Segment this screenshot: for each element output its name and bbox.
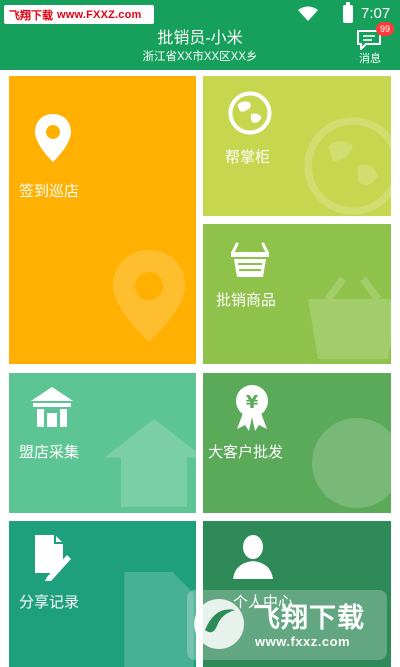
yuan-medal-icon: ¥: [236, 385, 268, 431]
tile-big-customer-label: 大客户批发: [208, 444, 284, 461]
messages-button[interactable]: 99 消息: [352, 22, 394, 70]
basket-watermark-icon: [308, 276, 391, 359]
tile-big-customer[interactable]: ¥ 大客户批发: [203, 373, 391, 513]
messages-label: 消息: [359, 53, 381, 65]
tile-goods[interactable]: 批销商品: [203, 224, 391, 364]
tile-store-collect[interactable]: 盟店采集: [9, 373, 196, 513]
watermark-url: www.fxxz.com: [255, 634, 351, 649]
tile-share-record[interactable]: 分享记录: [9, 521, 196, 667]
watermark-title: 飞翔下载: [253, 603, 365, 633]
globe-icon: [228, 91, 272, 135]
tile-checkin-label: 签到巡店: [19, 183, 80, 200]
document-pen-icon: [35, 535, 71, 581]
shopping-basket-icon: [231, 242, 269, 277]
house-watermark-icon: [104, 419, 196, 507]
watermark-logo: 飞翔下载 www.fxxz.com: [187, 590, 387, 660]
wifi-icon: [298, 6, 318, 21]
tile-store-collect-label: 盟店采集: [19, 444, 80, 461]
location-pin-watermark-icon: [113, 250, 185, 342]
app-header: 批销员-小米 浙江省XX市XX区XX乡 99 消息: [0, 22, 400, 70]
watermark-badge: 飞翔下载 www.FXXZ.com: [4, 5, 154, 24]
watermark-logo-icon: [194, 599, 244, 649]
house-icon: [31, 387, 73, 427]
tile-share-record-label: 分享记录: [19, 594, 80, 611]
watermark-url-text: www.FXXZ.com: [57, 8, 142, 21]
tile-cabinet[interactable]: 帮掌柜: [203, 76, 391, 216]
watermark-site-text: 飞翔下载: [9, 9, 53, 22]
document-watermark-icon: [124, 572, 194, 667]
globe-watermark-icon: [304, 117, 391, 215]
tile-goods-label: 批销商品: [216, 292, 277, 309]
yuan-medal-watermark-icon: [312, 418, 391, 508]
page-title: 批销员-小米: [157, 30, 243, 47]
tile-checkin[interactable]: 签到巡店: [9, 76, 196, 364]
page-subtitle: 浙江省XX市XX区XX乡: [142, 51, 258, 63]
svg-text:¥: ¥: [246, 392, 259, 413]
battery-icon: [343, 2, 353, 23]
status-time: 7:07: [361, 5, 391, 22]
status-bar: 飞翔下载 www.FXXZ.com 7:07: [0, 0, 400, 28]
location-pin-icon: [35, 114, 71, 162]
user-silhouette-icon: [233, 535, 273, 579]
message-count-badge: 99: [376, 22, 394, 36]
tile-cabinet-label: 帮掌柜: [225, 149, 271, 166]
